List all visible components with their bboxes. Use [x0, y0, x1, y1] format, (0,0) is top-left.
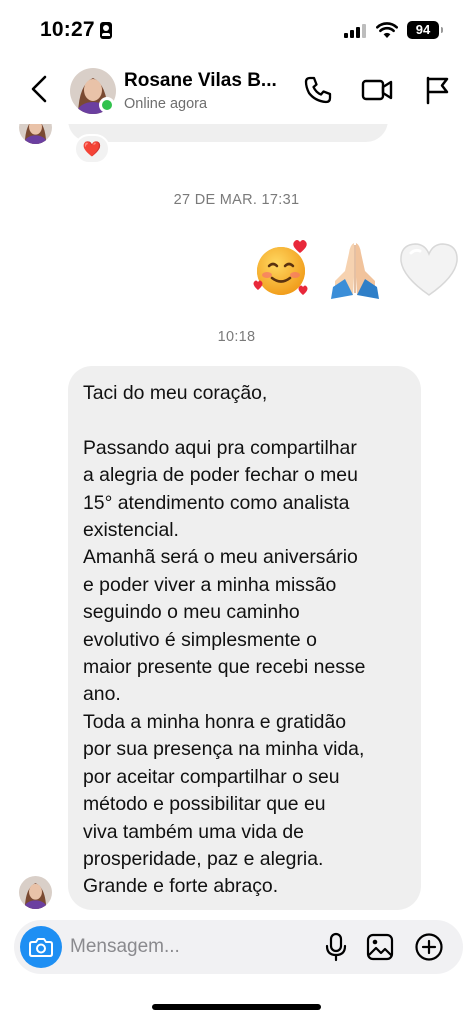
- message-line: prosperidade, paz e alegria.: [83, 847, 324, 870]
- battery-icon: 94: [407, 21, 443, 39]
- message-line: método e possibilitar que eu: [83, 793, 326, 816]
- message-line: Taci do meu coração,: [83, 382, 268, 404]
- sent-emoji-message[interactable]: [249, 236, 461, 304]
- add-attachment-button[interactable]: [413, 931, 445, 963]
- message-line: 15° atendimento como analista: [83, 491, 350, 514]
- message-line: e poder viver a minha missão: [83, 573, 337, 596]
- phone-icon: [304, 76, 332, 104]
- camera-button[interactable]: [20, 926, 62, 968]
- contact-name[interactable]: Rosane Vilas B...: [124, 70, 277, 92]
- received-message-bubble[interactable]: Taci do meu coração, Passando aqui pra c…: [68, 366, 421, 910]
- message-line: seguindo o meu caminho: [83, 601, 300, 624]
- message-text: Taci do meu coração, Passando aqui pra c…: [83, 380, 407, 901]
- video-call-icon: [361, 79, 393, 101]
- gallery-button[interactable]: [364, 931, 396, 963]
- message-line: existencial.: [83, 519, 179, 542]
- message-line: evolutivo é simplesmente o: [83, 628, 317, 651]
- message-composer: [14, 920, 463, 974]
- flag-icon: [426, 76, 449, 105]
- heart-reaction-icon: ❤️: [82, 140, 102, 158]
- message-line: Grande e forte abraço.: [83, 875, 279, 898]
- timestamp: 10:18: [217, 329, 256, 345]
- signal-icon: [344, 24, 368, 38]
- add-icon: [415, 933, 443, 961]
- contact-status: Online agora: [124, 96, 208, 112]
- back-icon: [31, 75, 47, 103]
- camera-icon: [29, 938, 53, 957]
- gallery-icon: [366, 933, 394, 961]
- microphone-icon: [325, 932, 347, 962]
- folded-hands-icon: [323, 236, 387, 302]
- message-line: a alegria de poder fechar o meu: [83, 464, 358, 487]
- status-time: 10:27: [40, 18, 95, 41]
- sender-avatar: [19, 876, 52, 909]
- message-input[interactable]: [70, 928, 310, 966]
- message-line: por sua presença na minha vida,: [83, 738, 365, 761]
- white-heart-icon: [397, 236, 461, 302]
- message-reaction[interactable]: ❤️: [74, 134, 110, 164]
- message-line: Passando aqui pra compartilhar: [83, 436, 357, 459]
- message-line: [83, 407, 407, 434]
- phone-call-button[interactable]: [302, 74, 334, 106]
- voice-message-button[interactable]: [320, 931, 352, 963]
- chat-header: Rosane Vilas B... Online agora: [0, 58, 473, 124]
- back-button[interactable]: [24, 72, 54, 106]
- status-bar: 10:27 94: [0, 0, 473, 58]
- id-card-icon: [100, 22, 112, 39]
- smiling-face-with-hearts-icon: [249, 236, 313, 302]
- message-line: Toda a minha honra e gratidão: [83, 710, 347, 733]
- wifi-icon: [376, 21, 398, 39]
- chat-screen: 10:27 94 Rosane Vilas B... Online agora …: [0, 0, 473, 1024]
- home-indicator[interactable]: [152, 1004, 321, 1010]
- report-button[interactable]: [421, 74, 453, 106]
- message-line: Amanhã será o meu aniversário: [83, 546, 358, 569]
- message-line: viva também uma vida de: [83, 820, 304, 843]
- message-line: ano.: [83, 683, 121, 706]
- timestamp: 27 DE MAR. 17:31: [173, 192, 300, 208]
- message-line: maior presente que recebi nesse: [83, 656, 366, 679]
- video-call-button[interactable]: [361, 74, 393, 106]
- online-indicator: [99, 97, 115, 113]
- message-line: por aceitar compartilhar o seu: [83, 765, 340, 788]
